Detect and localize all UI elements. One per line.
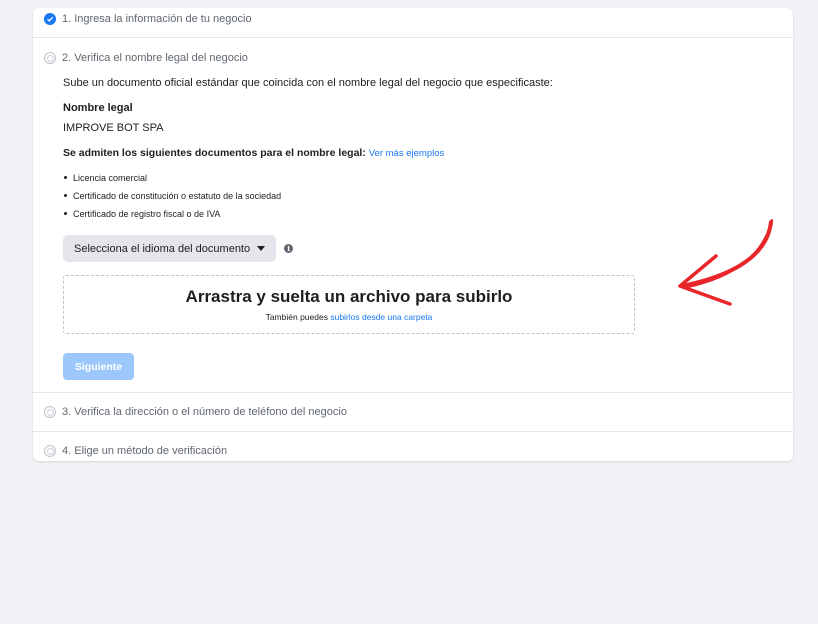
more-examples-link[interactable]: Ver más ejemplos <box>369 148 445 159</box>
list-item: Licencia comercial <box>63 169 793 187</box>
dropzone-title: Arrastra y suelta un archivo para subirl… <box>185 287 513 306</box>
next-button[interactable]: Siguiente <box>63 353 134 380</box>
accepted-docs-title: Se admiten los siguientes documentos par… <box>63 147 793 159</box>
radio-circle-icon <box>44 445 56 457</box>
accepted-docs-list: Licencia comercial Certificado de consti… <box>63 169 793 223</box>
radio-circle-icon <box>44 406 56 418</box>
legal-name-value: IMPROVE BOT SPA <box>63 122 164 134</box>
step-2-intro: Sube un documento oficial estándar que c… <box>63 77 553 89</box>
document-language-label: Selecciona el idioma del documento <box>74 242 251 255</box>
caret-down-icon <box>257 246 266 251</box>
check-circle-icon <box>44 12 56 25</box>
document-language-select[interactable]: Selecciona el idioma del documento <box>63 235 277 262</box>
radio-circle-icon <box>44 52 56 64</box>
step-4-row[interactable]: 4. Elige un método de verificación <box>33 432 793 461</box>
step-2-label: 2. Verifica el nombre legal del negocio <box>62 52 248 64</box>
step-3-label: 3. Verifica la dirección o el número de … <box>62 406 347 418</box>
accepted-docs-text: Se admiten los siguientes documentos par… <box>63 147 366 159</box>
step-4-label: 4. Elige un método de verificación <box>62 445 228 457</box>
step-3-row[interactable]: 3. Verifica la dirección o el número de … <box>33 393 793 431</box>
list-item: Certificado de constitución o estatuto d… <box>63 187 793 205</box>
dropzone-subtitle: También puedes subirlos desde una carpet… <box>266 312 433 322</box>
legal-name-label: Nombre legal <box>63 102 133 114</box>
dropzone-sub-prefix: También puedes <box>265 312 328 322</box>
step-1-label: 1. Ingresa la información de tu negocio <box>62 12 252 25</box>
file-dropzone[interactable]: Arrastra y suelta un archivo para subirl… <box>63 275 635 334</box>
step-2-row[interactable]: 2. Verifica el nombre legal del negocio <box>33 46 793 70</box>
upload-from-folder-link[interactable]: subirlos desde una carpeta <box>330 312 432 322</box>
info-icon[interactable]: i <box>284 244 294 253</box>
step-1-row[interactable]: 1. Ingresa la información de tu negocio <box>33 8 793 29</box>
divider <box>33 37 793 38</box>
red-arrow-icon <box>678 219 773 306</box>
